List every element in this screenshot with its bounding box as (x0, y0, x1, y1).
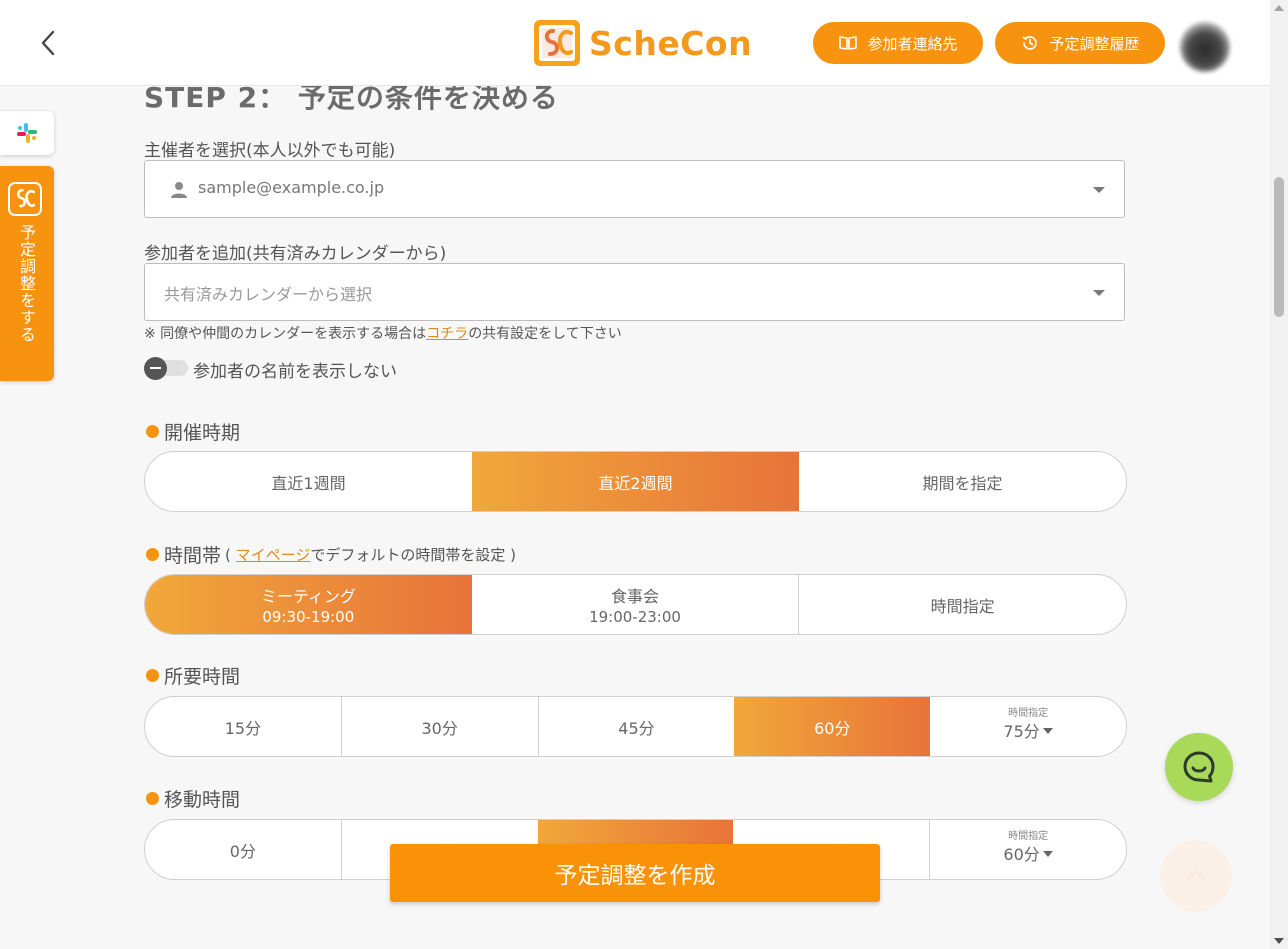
logo-text: ScheCon (589, 23, 753, 63)
timeslot-subtitle: ( マイページでデフォルトの時間帯を設定 ) (225, 544, 516, 565)
travel-custom-value: 60分 (1003, 844, 1040, 864)
scroll-up-arrow-icon[interactable] (1274, 5, 1284, 11)
scroll-to-top-button[interactable] (1160, 840, 1232, 912)
hide-names-toggle[interactable] (144, 357, 189, 380)
timeslot-option-time: 19:00-23:00 (589, 608, 681, 626)
organizer-value: sample@example.co.jp (198, 178, 385, 197)
timeslot-option-meeting[interactable]: ミーティング 09:30-19:00 (145, 575, 472, 634)
chat-button[interactable] (1165, 733, 1233, 801)
user-avatar[interactable] (1180, 22, 1230, 72)
participants-placeholder: 共有済みカレンダーから選択 (164, 285, 373, 304)
timeslot-option-label: ミーティング (260, 587, 356, 606)
schecon-logo-mark (534, 20, 580, 66)
scroll-down-arrow-icon[interactable] (1274, 938, 1284, 944)
timeslot-title: 時間帯 (164, 545, 222, 567)
book-icon (839, 36, 858, 50)
chevron-up-icon (1186, 870, 1206, 881)
chevron-down-icon (1093, 187, 1105, 193)
duration-custom-dropdown[interactable]: 75分 (1003, 718, 1053, 742)
logo[interactable]: ScheCon (533, 19, 752, 67)
share-settings-link[interactable]: コチラ (426, 326, 468, 342)
schedule-side-tab-label: 予定調整をする (17, 224, 36, 343)
timeslot-section-title: 時間帯 ( マイページでデフォルトの時間帯を設定 ) (146, 541, 516, 568)
participant-contacts-label: 参加者連絡先 (867, 34, 958, 53)
mypage-link[interactable]: マイページ (236, 546, 311, 564)
app-header: ScheCon 参加者連絡先 予定調整履歴 (0, 0, 1270, 86)
caret-down-icon (1042, 850, 1053, 857)
hide-names-label: 参加者の名前を表示しない (193, 362, 397, 382)
schedule-history-label: 予定調整履歴 (1049, 34, 1140, 53)
period-option-1week[interactable]: 直近1週間 (145, 452, 472, 511)
travel-title: 移動時間 (164, 789, 241, 811)
share-note: ※ 同僚や仲間のカレンダーを表示する場合はコチラの共有設定をして下さい (144, 323, 622, 343)
duration-section-title: 所要時間 (146, 662, 240, 689)
duration-option-30[interactable]: 30分 (340, 697, 538, 756)
participants-select[interactable]: 共有済みカレンダーから選択 (144, 263, 1125, 321)
participant-contacts-button[interactable]: 参加者連絡先 (813, 22, 983, 64)
bullet-dot (146, 669, 159, 682)
toggle-knob (144, 357, 167, 380)
organizer-select[interactable]: sample@example.co.jp (144, 160, 1125, 218)
schedule-history-button[interactable]: 予定調整履歴 (995, 22, 1165, 64)
duration-option-15[interactable]: 15分 (145, 697, 341, 756)
history-icon (1022, 36, 1038, 50)
period-option-2weeks[interactable]: 直近2週間 (472, 452, 799, 511)
schecon-mini-logo-icon (8, 182, 42, 216)
timeslot-subtitle-text: でデフォルトの時間帯を設定 (310, 546, 506, 564)
timeslot-option-dinner[interactable]: 食事会 19:00-23:00 (472, 575, 799, 634)
timeslot-option-custom[interactable]: 時間指定 (798, 575, 1126, 634)
travel-custom-label: 時間指定 (1008, 831, 1049, 842)
slack-tab[interactable] (0, 111, 54, 155)
duration-custom-label: 時間指定 (1008, 708, 1049, 719)
duration-title: 所要時間 (164, 666, 241, 688)
share-note-before: ※ 同僚や仲間のカレンダーを表示する場合は (144, 326, 427, 342)
share-note-after: の共有設定をして下さい (468, 326, 622, 342)
duration-custom-select[interactable]: 時間指定 75分 (930, 697, 1126, 756)
bullet-dot (146, 548, 159, 561)
period-option-custom[interactable]: 期間を指定 (799, 452, 1126, 511)
travel-option-0[interactable]: 0分 (145, 820, 341, 879)
travel-section-title: 移動時間 (146, 785, 240, 812)
timeslot-segmented-control: ミーティング 09:30-19:00 食事会 19:00-23:00 時間指定 (144, 574, 1127, 635)
chevron-down-icon (1093, 290, 1105, 296)
back-arrow-icon[interactable] (36, 28, 62, 58)
caret-down-icon (1042, 727, 1053, 734)
timeslot-option-time: 09:30-19:00 (262, 608, 355, 626)
schedule-side-tab[interactable]: 予定調整をする (0, 166, 54, 381)
page-scrollbar[interactable] (1270, 0, 1288, 949)
duration-custom-value: 75分 (1003, 721, 1040, 741)
timeslot-option-label: 時間指定 (930, 596, 995, 616)
create-schedule-button[interactable]: 予定調整を作成 (390, 844, 880, 902)
person-icon (171, 182, 187, 198)
bullet-dot (146, 425, 159, 438)
timeslot-subtitle-open: ( (225, 546, 231, 564)
timeslot-subtitle-close: ) (510, 546, 517, 564)
chat-bubble-icon (1183, 751, 1215, 783)
travel-custom-select[interactable]: 時間指定 60分 (929, 820, 1126, 879)
duration-option-45[interactable]: 45分 (537, 697, 735, 756)
duration-option-60[interactable]: 60分 (734, 697, 931, 756)
period-section-title: 開催時期 (146, 418, 240, 445)
scrollbar-thumb[interactable] (1274, 177, 1284, 317)
participants-label: 参加者を追加(共有済みカレンダーから) (144, 244, 447, 264)
duration-segmented-control: 15分 30分 45分 60分 時間指定 75分 (144, 696, 1127, 757)
period-title: 開催時期 (164, 422, 241, 444)
timeslot-option-label: 食事会 (611, 587, 660, 606)
travel-custom-dropdown[interactable]: 60分 (1003, 841, 1053, 865)
period-segmented-control: 直近1週間 直近2週間 期間を指定 (144, 451, 1127, 512)
organizer-label: 主催者を選択(本人以外でも可能) (144, 141, 396, 161)
bullet-dot (146, 792, 159, 805)
slack-icon (17, 123, 37, 143)
